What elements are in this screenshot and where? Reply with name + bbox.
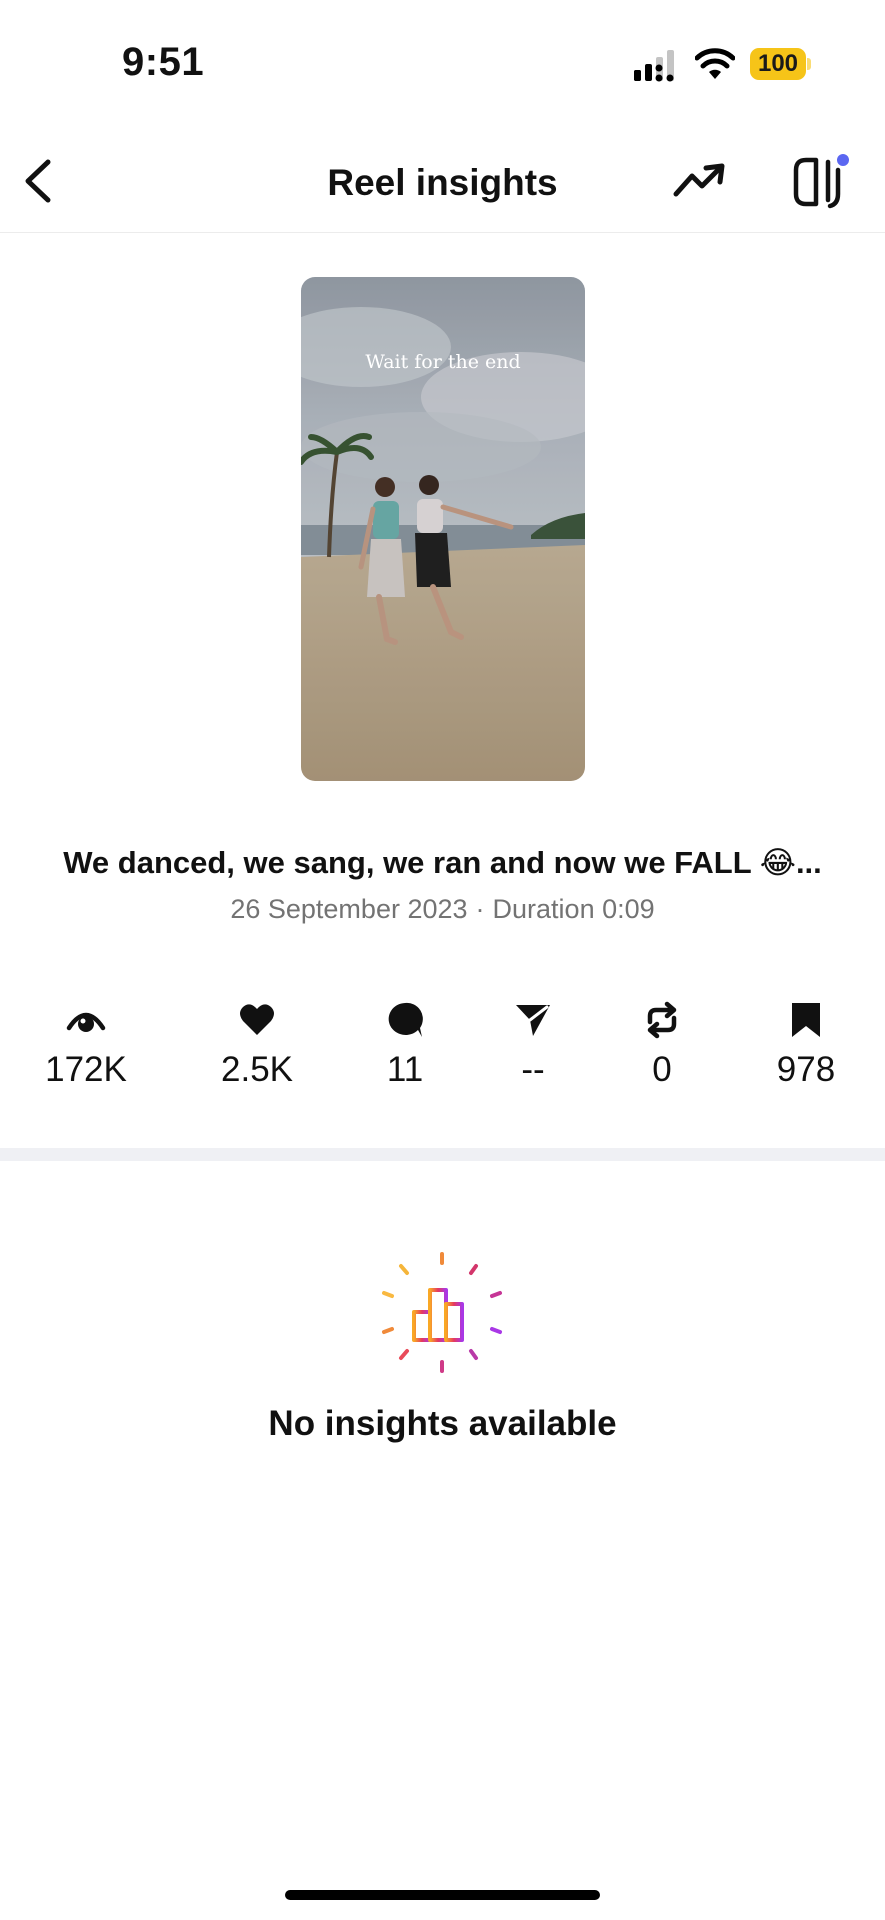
reel-meta: 26 September 2023 · Duration 0:09 <box>0 894 885 925</box>
notification-badge <box>835 152 851 168</box>
stat-saves: 978 <box>736 1000 876 1090</box>
stat-shares-value: -- <box>521 1050 545 1089</box>
stat-views-value: 172K <box>45 1050 127 1089</box>
reel-duration: Duration 0:09 <box>492 894 655 924</box>
battery-level: 100 <box>757 50 799 77</box>
heart-icon <box>240 1004 274 1035</box>
page-title: Reel insights <box>327 162 558 203</box>
stat-likes-value: 2.5K <box>221 1050 293 1089</box>
bookmark-icon <box>792 1003 820 1037</box>
thumbnail-overlay-text: Wait for the end <box>365 351 521 373</box>
reel-date: 26 September 2023 <box>230 894 468 924</box>
bar-chart-sparkle-icon <box>382 1252 502 1373</box>
navigation-bar: Reel insights <box>0 130 885 233</box>
status-time: 9:51 <box>122 40 205 84</box>
empty-state-message: No insights available <box>268 1404 617 1443</box>
section-divider <box>0 1148 885 1161</box>
battery-icon: 100 <box>750 48 812 82</box>
eye-icon <box>66 1012 106 1032</box>
wifi-icon <box>695 48 735 79</box>
stat-likes: 2.5K <box>187 1000 327 1090</box>
stat-comments: 11 <box>335 1000 475 1090</box>
side-panel-icon[interactable] <box>790 150 854 214</box>
comment-icon <box>388 1002 423 1037</box>
stat-views: 172K <box>16 1000 156 1090</box>
meta-separator: · <box>475 894 485 924</box>
engagement-stats: 172K 2.5K 11 -- 0 978 <box>0 1000 885 1100</box>
reel-thumbnail[interactable]: Wait for the end <box>301 277 585 781</box>
home-indicator[interactable] <box>285 1890 600 1900</box>
trending-up-icon[interactable] <box>670 156 730 206</box>
stat-comments-value: 11 <box>386 1050 424 1089</box>
repost-icon <box>647 1001 677 1039</box>
stat-reposts: 0 <box>592 1000 732 1090</box>
status-bar: 9:51 100 <box>0 0 885 120</box>
stat-shares: -- <box>463 1000 603 1090</box>
send-icon <box>516 1005 550 1036</box>
reel-caption: We danced, we sang, we ran and now we FA… <box>63 845 822 880</box>
stat-saves-value: 978 <box>776 1050 836 1089</box>
stat-reposts-value: 0 <box>652 1050 672 1089</box>
signal-icon <box>634 50 674 82</box>
